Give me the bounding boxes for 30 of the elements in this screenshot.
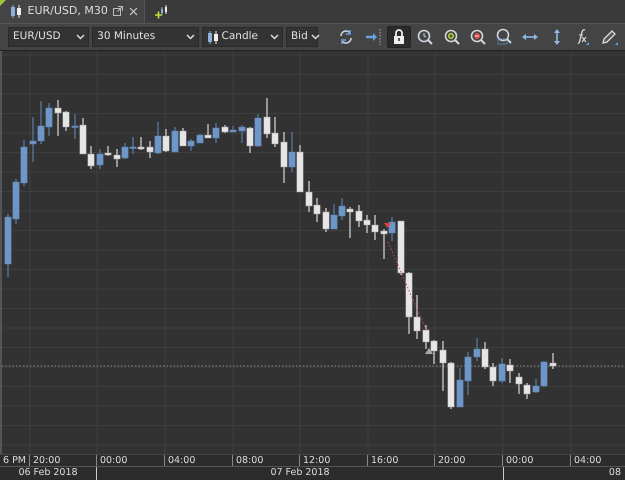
chart-tab[interactable]: EUR/USD, M30	[0, 0, 145, 23]
zoom-in-icon	[442, 28, 461, 46]
vertical-arrows-icon	[552, 28, 561, 46]
chart-type-dropdown[interactable]: Candle	[202, 27, 284, 47]
lock-button[interactable]	[387, 26, 411, 48]
timeframe-dropdown[interactable]: 30 Minutes	[92, 27, 200, 47]
caret-icon	[186, 34, 196, 40]
zoom-out-icon	[468, 28, 487, 46]
candlestick-icon	[206, 30, 219, 44]
down-triangle-icon	[384, 223, 391, 228]
date-axis-label: 08	[503, 467, 625, 480]
up-triangle-icon	[425, 348, 433, 354]
caret-icon	[310, 34, 320, 40]
popout-icon[interactable]	[113, 6, 124, 16]
time-axis-label: 6 PM	[2, 455, 26, 467]
function-icon	[576, 28, 590, 46]
zoom-fit-icon	[495, 28, 514, 46]
candlestick-icon	[10, 4, 22, 18]
caret-icon	[76, 34, 86, 40]
close-icon[interactable]	[128, 6, 138, 16]
date-axis-label: 06 Feb 2018	[17, 467, 79, 480]
add-chart-icon[interactable]	[154, 4, 169, 18]
clock-zoom-icon	[416, 28, 434, 46]
scroll-right-icon	[364, 28, 382, 46]
symbol-dropdown[interactable]: EUR/USD	[8, 27, 90, 47]
tab-title: EUR/USD, M30	[28, 2, 108, 19]
price-type-dropdown[interactable]: Bid	[286, 27, 318, 47]
pencil-icon	[600, 28, 618, 46]
date-axis-label: 07 Feb 2018	[96, 467, 503, 480]
caret-icon	[270, 34, 280, 40]
